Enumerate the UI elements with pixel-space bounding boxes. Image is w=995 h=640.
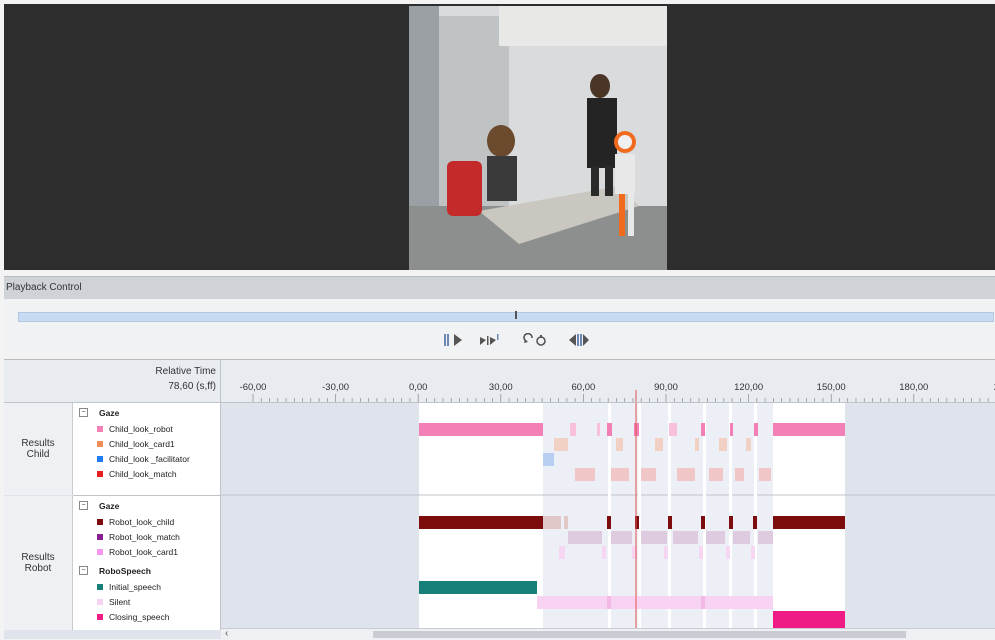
annotation-silent[interactable]	[537, 596, 773, 609]
legend-item-robot-look-card1[interactable]: Robot_look_card1	[97, 547, 178, 557]
legend-item-silent[interactable]: Silent	[97, 597, 130, 607]
playback-control-title: Playback Control	[6, 282, 82, 293]
collapse-icon[interactable]: −	[79, 566, 88, 575]
selection-range	[543, 403, 773, 630]
tier-title-robospeech: RoboSpeech	[99, 566, 151, 576]
legend-item-closing-speech[interactable]: Closing_speech	[97, 612, 169, 622]
current-time-value: 78,60 (s,ff)	[168, 381, 216, 392]
loop-icon	[523, 333, 546, 346]
scrollbar-thumb[interactable]	[373, 631, 906, 638]
annotation-child-look-facilitator[interactable]	[543, 453, 554, 466]
legend-item-child-look-card1[interactable]: Child_look_card1	[97, 439, 175, 449]
pause-play-icon	[444, 334, 462, 346]
timeline-panel: Relative Time 78,60 (s,ff) -60,00 -30,00 0…	[4, 359, 995, 640]
relative-time-label: Relative Time	[155, 366, 216, 377]
group-label-text: Results Child	[21, 438, 55, 460]
time-tick-label: 180,00	[899, 382, 928, 393]
legend-results-robot: − Gaze Robot_look_child Robot_look_match…	[73, 496, 221, 630]
legend-item-child-look-robot[interactable]: Child_look_robot	[97, 424, 173, 434]
video-area	[4, 4, 995, 270]
time-tick-label: 120,00	[734, 382, 763, 393]
scroll-left-arrow[interactable]: ‹	[225, 628, 228, 639]
legend-item-child-look-match[interactable]: Child_look_match	[97, 469, 177, 479]
time-ruler-svg: -60,00 -30,00 0,00 30,00 60,00 90,00 120,00 150…	[240, 382, 995, 402]
legend-item-initial-speech[interactable]: Initial_speech	[97, 582, 161, 592]
annotation-initial-speech[interactable]	[419, 581, 537, 594]
segment-button[interactable]	[568, 331, 590, 349]
timeline-tracks[interactable]	[221, 403, 995, 630]
group-label-text: Results Robot	[21, 552, 55, 574]
collapse-icon[interactable]: −	[79, 408, 88, 417]
time-tick-label: -30,00	[322, 382, 349, 393]
legend-item-robot-look-child[interactable]: Robot_look_child	[97, 517, 174, 527]
step-frames-button[interactable]	[478, 331, 500, 349]
pause-play-button[interactable]	[443, 331, 463, 349]
step-frames-icon	[480, 334, 499, 345]
video-frame	[409, 6, 667, 270]
timeline-header: Relative Time 78,60 (s,ff)	[4, 360, 221, 403]
annotation-robot-look-child[interactable]	[773, 516, 845, 529]
tier-title-gaze: Gaze	[99, 408, 120, 418]
annotation-child-look-robot[interactable]	[773, 423, 845, 436]
horizontal-scrollbar[interactable]: ‹	[221, 628, 995, 640]
segment-icon	[569, 334, 589, 346]
playback-control-panel	[4, 299, 995, 353]
time-tick-label: 90,00	[654, 382, 678, 393]
playback-scrubber[interactable]	[18, 312, 994, 322]
time-tick-label: -60,00	[240, 382, 267, 393]
group-label-results-child: Results Child	[4, 403, 73, 495]
video-image	[409, 6, 667, 270]
legend-item-robot-look-match[interactable]: Robot_look_match	[97, 532, 180, 542]
annotation-child-look-robot[interactable]	[419, 423, 543, 436]
annotation-robot-look-child[interactable]	[419, 516, 543, 529]
time-ruler[interactable]: -60,00 -30,00 0,00 30,00 60,00 90,00 120,00 150…	[221, 360, 995, 403]
time-tick-label: 30,00	[489, 382, 513, 393]
group-label-results-robot: Results Robot	[4, 496, 73, 630]
scrubber-thumb[interactable]	[515, 311, 517, 319]
legend-results-child: − Gaze Child_look_robot Child_look_card1…	[73, 403, 221, 496]
collapse-icon[interactable]: −	[79, 501, 88, 510]
playback-control-header: Playback Control	[4, 276, 995, 300]
loop-button[interactable]	[523, 331, 547, 349]
time-tick-label: 0,00	[409, 382, 428, 393]
timeline-tracks-svg	[221, 403, 995, 630]
time-tick-label: 60,00	[572, 382, 596, 393]
time-tick-label: 150,00	[817, 382, 846, 393]
tier-title-gaze: Gaze	[99, 501, 120, 511]
legend-item-child-look-facilitator[interactable]: Child_look _facilitator	[97, 454, 190, 464]
